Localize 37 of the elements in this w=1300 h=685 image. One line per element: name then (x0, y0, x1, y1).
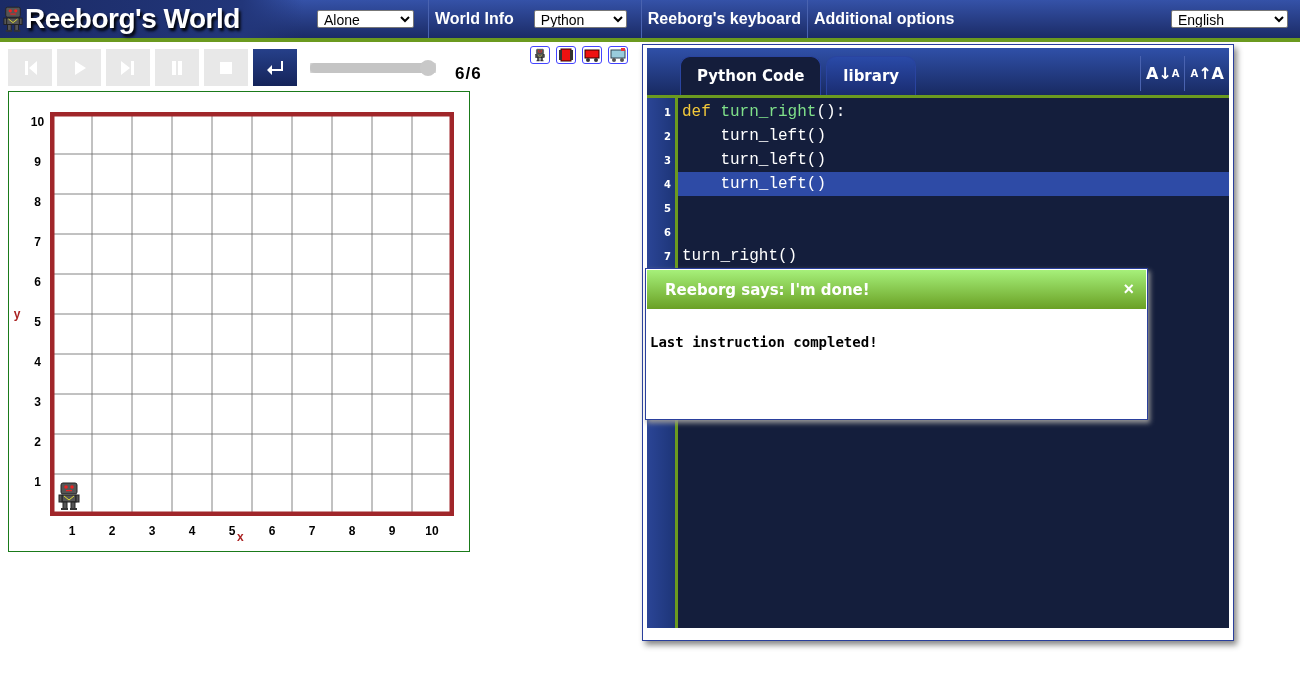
axis-tick-label: 8 (34, 195, 41, 211)
axis-tick-label: 6 (268, 524, 276, 538)
axis-tick-label: 4 (34, 355, 41, 371)
line-number: 4 (663, 177, 672, 192)
axis-tick-label: 4 (188, 524, 196, 538)
axis-tick-label: 10 (425, 524, 439, 538)
code-line: turn_left() (719, 150, 828, 171)
line-number: 7 (663, 249, 672, 264)
line-number: 1 (663, 105, 672, 120)
axis-tick-label: 7 (308, 524, 316, 538)
axis-label: x (237, 530, 244, 544)
code-line: turn_left() (719, 126, 828, 147)
app-title: Reeborg's World (25, 3, 240, 35)
axis-tick-label: 3 (34, 395, 41, 411)
dialog-title: Reeborg says: I'm done! (665, 280, 870, 299)
axis-tick-label: 2 (108, 524, 116, 538)
axis-tick-label: 3 (148, 524, 156, 538)
axis-tick-label: 9 (34, 155, 41, 171)
dialog-message: Last instruction completed! (649, 333, 879, 350)
code-line: def turn_right(): (681, 102, 847, 123)
step-counter: 6/6 (455, 63, 482, 84)
line-number: 2 (663, 129, 672, 144)
axis-tick-label: 10 (30, 115, 45, 131)
axis-label: y (12, 307, 22, 321)
axis-tick-label: 2 (34, 435, 41, 451)
axis-tick-label: 5 (228, 524, 236, 538)
axis-tick-label: 9 (388, 524, 396, 538)
axis-tick-label: 8 (348, 524, 356, 538)
axis-tick-label: 1 (68, 524, 76, 538)
code-line: turn_right() (681, 246, 799, 267)
line-number: 3 (663, 153, 672, 168)
axis-tick-label: 5 (34, 315, 41, 331)
line-number: 5 (663, 201, 672, 216)
axis-tick-label: 6 (34, 275, 41, 291)
axis-tick-label: 7 (34, 235, 41, 251)
line-number: 6 (663, 225, 672, 240)
axis-tick-label: 1 (34, 475, 41, 491)
